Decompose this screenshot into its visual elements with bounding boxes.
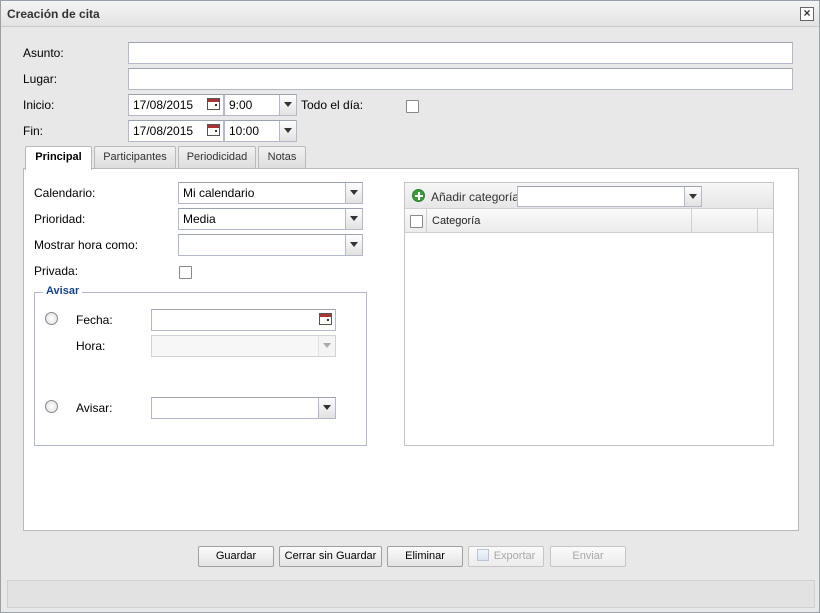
category-grid-header: Categoría (405, 209, 773, 233)
fin-time-value: 10:00 (229, 124, 260, 138)
exportar-label: Exportar (493, 550, 536, 562)
eliminar-button[interactable]: Eliminar (387, 546, 463, 567)
chevron-down-icon[interactable] (279, 95, 296, 115)
inicio-date-input[interactable]: 17/08/2015 (128, 94, 224, 116)
inicio-date-value: 17/08/2015 (133, 98, 194, 112)
cerrar-sin-guardar-button[interactable]: Cerrar sin Guardar (279, 546, 382, 567)
footer-bar (7, 580, 815, 608)
tab-principal[interactable]: Principal (25, 146, 92, 170)
aviso-hora-combo[interactable] (151, 335, 336, 357)
add-icon[interactable] (412, 189, 425, 202)
chevron-down-icon[interactable] (279, 121, 296, 141)
prioridad-combo[interactable]: Media (178, 208, 363, 230)
fin-time-combo[interactable]: 10:00 (224, 120, 297, 142)
calendario-value: Mi calendario (183, 186, 255, 200)
chevron-down-icon[interactable] (318, 398, 335, 418)
chevron-down-icon[interactable] (318, 336, 335, 356)
asunto-label: Asunto: (23, 46, 64, 60)
aviso-fecha-input[interactable] (151, 309, 336, 331)
todo-dia-label: Todo el día: (301, 98, 364, 112)
close-icon[interactable]: × (800, 7, 814, 21)
fin-label: Fin: (23, 124, 44, 138)
chevron-down-icon[interactable] (345, 235, 362, 255)
export-icon (476, 549, 489, 561)
mostrar-label: Mostrar hora como: (34, 238, 139, 252)
calendar-icon[interactable] (206, 122, 222, 140)
avisar-combo[interactable] (151, 397, 336, 419)
select-all-checkbox[interactable] (410, 215, 423, 228)
fecha-radio[interactable] (45, 312, 58, 325)
calendario-label: Calendario: (34, 186, 96, 200)
avisar-label: Avisar: (76, 401, 113, 415)
lugar-label: Lugar: (23, 72, 58, 86)
avisar-radio[interactable] (45, 400, 58, 413)
guardar-button[interactable]: Guardar (198, 546, 274, 567)
inicio-label: Inicio: (23, 98, 55, 112)
enviar-button[interactable]: Enviar (550, 546, 626, 567)
tab-participantes[interactable]: Participantes (94, 146, 176, 169)
inicio-time-value: 9:00 (229, 98, 253, 112)
fin-date-value: 17/08/2015 (133, 124, 194, 138)
hora-label: Hora: (76, 339, 106, 353)
add-category-label[interactable]: Añadir categoría (431, 190, 519, 204)
inicio-time-combo[interactable]: 9:00 (224, 94, 297, 116)
asunto-input[interactable] (128, 42, 793, 64)
fecha-label: Fecha: (76, 313, 113, 327)
category-panel: Añadir categoría Categoría (404, 182, 774, 446)
prioridad-value: Media (183, 212, 216, 226)
todo-dia-checkbox[interactable] (406, 100, 419, 113)
tab-periodicidad[interactable]: Periodicidad (178, 146, 256, 169)
privada-label: Privada: (34, 264, 79, 278)
privada-checkbox[interactable] (179, 266, 192, 279)
mostrar-combo[interactable] (178, 234, 363, 256)
fin-date-input[interactable]: 17/08/2015 (128, 120, 224, 142)
calendario-combo[interactable]: Mi calendario (178, 182, 363, 204)
category-combo[interactable] (517, 186, 702, 207)
appointment-dialog: Creación de cita × Asunto: Lugar: Inicio… (0, 0, 820, 613)
chevron-down-icon[interactable] (345, 209, 362, 229)
lugar-input[interactable] (128, 68, 793, 90)
exportar-button[interactable]: Exportar (468, 546, 544, 567)
dialog-titlebar: Creación de cita × (1, 1, 819, 27)
category-column-header[interactable]: Categoría (432, 215, 480, 227)
calendar-icon[interactable] (206, 96, 222, 114)
dialog-title: Creación de cita (7, 7, 100, 21)
category-toolbar: Añadir categoría (405, 183, 773, 209)
chevron-down-icon[interactable] (684, 187, 701, 206)
calendar-icon[interactable] (318, 311, 334, 329)
avisar-legend: Avisar (43, 285, 83, 297)
prioridad-label: Prioridad: (34, 212, 86, 226)
chevron-down-icon[interactable] (345, 183, 362, 203)
tab-notas[interactable]: Notas (258, 146, 306, 169)
